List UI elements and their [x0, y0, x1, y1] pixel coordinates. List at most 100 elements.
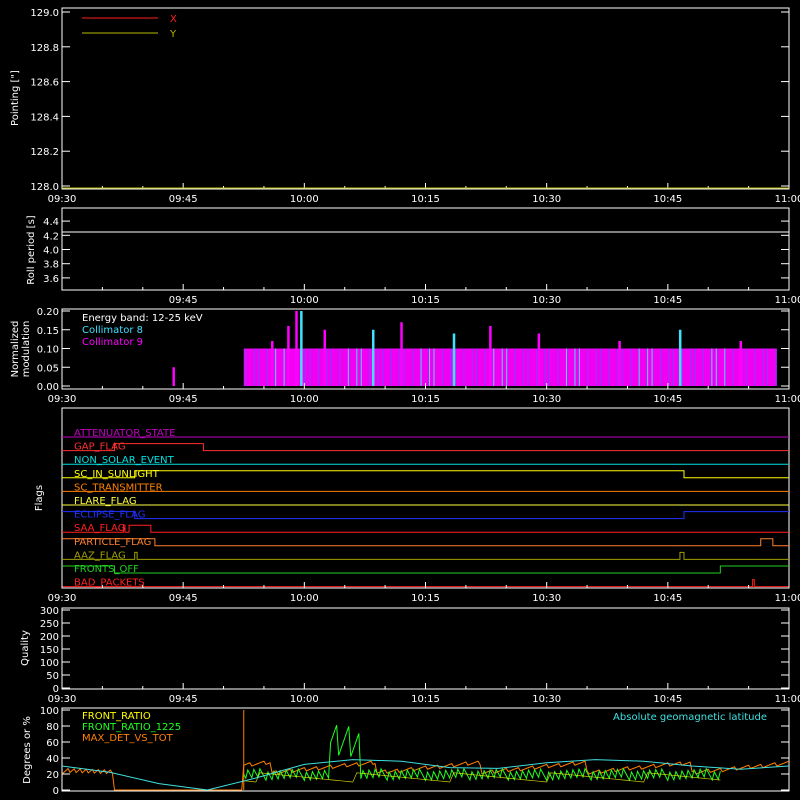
y-tick-label: 100: [40, 706, 59, 717]
modulation-spike: [271, 341, 274, 386]
modulation-spike: [537, 333, 541, 386]
x-tick-label: 10:30: [532, 593, 561, 604]
flag-label-eclipse_flag: ECLIPSE_FLAG: [74, 510, 145, 521]
y-tick-label: 0.15: [37, 326, 59, 337]
ratios-panel: 0 20 40 60 80 100 Degrees or % FRONT_RATIO FR…: [22, 706, 790, 797]
x-tick-label: 10:45: [653, 295, 682, 306]
x-tick-label: 09:45: [169, 295, 198, 306]
x-tick-label: 10:30: [532, 194, 561, 205]
y-tick-label: 0.00: [37, 382, 59, 393]
x-tick-label: 10:00: [290, 194, 319, 205]
modulation-spike: [287, 326, 290, 386]
flags-ylabel: Flags: [34, 485, 45, 511]
y-tick-label: 128.4: [30, 112, 59, 123]
flag-label-non_solar_event: NON_SOLAR_EVENT: [74, 455, 175, 466]
quality-panel: 050100150200250300 09:30 09:45 10:00 10:15 1…: [20, 606, 800, 705]
x-tick-label: 10:00: [290, 394, 319, 405]
y-tick-label: 100: [40, 658, 59, 669]
rhessi-quicklook-chart: 128.0 128.2 128.4 128.6 128.8 129.0 09:30 09:4…: [10, 7, 800, 797]
modulation-legend-coll9: Collimator 9: [82, 337, 143, 348]
x-tick-label: 10:15: [411, 295, 440, 306]
x-tick-label: 10:30: [532, 694, 561, 705]
x-tick-label: 10:45: [653, 593, 682, 604]
x-tick-label: 11:00: [775, 194, 800, 205]
legend-y-label: Y: [169, 29, 177, 40]
x-tick-label: 10:00: [290, 593, 319, 604]
flag-line-fronts_off: [62, 565, 789, 574]
flag-line-gap_flag: [62, 443, 789, 452]
flags-panel: ATTENUATOR_STATE GAP_FLAG NON_SOLAR_EVENT S…: [34, 407, 800, 604]
modulation-spike: [489, 326, 492, 386]
modulation-legend-band: Energy band: 12-25 keV: [82, 313, 203, 324]
roll-ylabel: Roll period [s]: [26, 215, 37, 284]
y-tick-label: 4.0: [43, 246, 59, 257]
modulation-spike: [739, 341, 743, 386]
flag-line-saa_flag: [62, 524, 789, 533]
y-tick-label: 129.0: [30, 8, 59, 19]
y-tick-label: 0.10: [37, 345, 59, 356]
ratios-legend-front1225: FRONT_RATIO_1225: [82, 722, 181, 733]
quality-frame: [61, 607, 790, 690]
x-tick-label: 10:30: [532, 295, 561, 306]
x-tick-label: 09:45: [169, 593, 198, 604]
x-tick-label: 10:30: [532, 394, 561, 405]
modulation-legend-coll8: Collimator 8: [82, 325, 143, 336]
y-tick-label: 128.8: [30, 43, 59, 54]
modulation-spike: [452, 333, 456, 386]
flag-label-attenuator_state: ATTENUATOR_STATE: [74, 428, 175, 439]
modulation-spike: [323, 329, 327, 386]
ratios-ylabel: Degrees or %: [22, 716, 33, 784]
modulation-spike: [678, 329, 682, 386]
x-tick-label: 10:45: [653, 694, 682, 705]
flag-label-bad_packets: BAD_PACKETS: [74, 578, 145, 589]
modulation-spike: [300, 311, 303, 386]
flag-line-particle_flag: [62, 538, 789, 547]
x-tick-label: 09:45: [169, 394, 198, 405]
flag-line-eclipse_flag: [62, 511, 789, 520]
flag-label-particle_flag: PARTICLE_FLAG: [74, 537, 151, 548]
ratios-legend-maxdet: MAX_DET_VS_TOT: [82, 733, 174, 744]
y-tick-label: 128.0: [30, 182, 59, 193]
flag-label-flare_flag: FLARE_FLAG: [74, 496, 137, 507]
x-tick-label: 09:30: [48, 194, 77, 205]
y-tick-label: 4.2: [43, 231, 59, 242]
y-tick-label: 50: [46, 671, 59, 682]
x-tick-label: 11:00: [775, 593, 800, 604]
x-tick-label: 11:00: [775, 394, 800, 405]
x-tick-label: 09:30: [48, 593, 77, 604]
flag-line-aaz_flag: [62, 551, 789, 560]
modulation-ylabel-2: modulation: [21, 321, 32, 378]
x-tick-label: 10:00: [290, 694, 319, 705]
roll-panel: 3.6 3.8 4.0 4.2 4.4 09:45 10:00 10:15 10:30 10:4…: [26, 207, 800, 306]
y-tick-label: 3.6: [43, 274, 59, 285]
flag-label-saa_flag: SAA_FLAG: [74, 523, 125, 534]
y-tick-label: 80: [46, 722, 59, 733]
y-tick-label: 40: [46, 754, 59, 765]
modulation-panel: 0.00 0.05 0.10 0.15 0.20 09:30 09:45 10:00 10:1…: [10, 307, 800, 405]
y-tick-label: 150: [40, 645, 59, 656]
y-tick-label: 3.8: [43, 260, 59, 271]
x-tick-label: 10:00: [290, 295, 319, 306]
modulation-spike: [371, 329, 375, 386]
modulation-ylabel-1: Normalized: [10, 321, 21, 378]
x-tick-label: 11:00: [775, 694, 800, 705]
y-tick-label: 128.2: [30, 147, 59, 158]
flag-label-aaz_flag: AAZ_FLAG: [74, 550, 126, 561]
y-tick-label: 300: [40, 606, 59, 617]
y-tick-label: 128.6: [30, 78, 59, 89]
x-tick-label: 11:00: [775, 295, 800, 306]
x-tick-label: 10:15: [411, 694, 440, 705]
roll-frame: [61, 207, 790, 291]
y-tick-label: 200: [40, 632, 59, 643]
pointing-panel: 128.0 128.2 128.4 128.6 128.8 129.0 09:30 09:4…: [10, 7, 800, 205]
y-tick-label: 60: [46, 738, 59, 749]
x-tick-label: 10:15: [411, 194, 440, 205]
series-geomagnetic-latitude: [61, 759, 790, 791]
modulation-spike: [295, 311, 298, 386]
flag-line-sc_in_sunlight: [62, 470, 789, 479]
modulation-spike: [172, 367, 175, 386]
flag-label-fronts_off: FRONTS_OFF: [74, 564, 139, 575]
y-tick-label: 0.05: [37, 363, 59, 374]
y-tick-label: 0.20: [37, 307, 59, 318]
quality-ylabel: Quality: [20, 630, 31, 666]
